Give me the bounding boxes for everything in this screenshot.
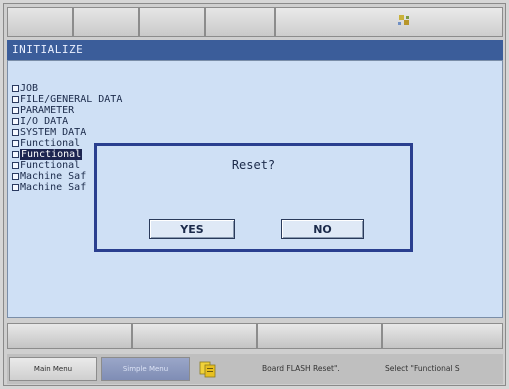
menu-item-label: Machine Saf [20,171,87,182]
main-menu-button[interactable]: Main Menu [9,357,97,381]
menu-item-label: PARAMETER [20,105,75,116]
checkbox[interactable] [12,151,19,158]
top-status-tab-1[interactable] [7,7,73,37]
reset-dialog: Reset? YES NO [94,143,413,252]
dialog-title: Reset? [231,158,276,172]
menu-item-system-data[interactable]: SYSTEM DATA [12,127,122,138]
checkbox[interactable] [12,173,19,180]
function-key-2[interactable] [132,323,257,349]
menu-item-label: Functional [20,149,83,160]
page-title: INITIALIZE [7,40,503,60]
function-key-3[interactable] [257,323,382,349]
menu-item-file-general-data[interactable]: FILE/GENERAL DATA [12,94,122,105]
simple-menu-button[interactable]: Simple Menu [101,357,190,381]
checkbox[interactable] [12,162,19,169]
top-status-tab-5[interactable] [275,7,503,37]
checkbox[interactable] [12,184,19,191]
no-button[interactable]: NO [281,219,364,239]
hint-text-2: Select "Functional S [385,364,460,373]
status-indicator-icon [398,15,409,25]
checkbox[interactable] [12,107,19,114]
menu-item-label: Functional [20,138,81,149]
bottom-bar: Main Menu Simple Menu Board FLASH Reset"… [7,354,503,384]
top-status-tab-2[interactable] [73,7,139,37]
yes-button[interactable]: YES [149,219,235,239]
menu-item-label: JOB [20,83,39,94]
menu-item-parameter[interactable]: PARAMETER [12,105,122,116]
function-key-1[interactable] [7,323,132,349]
checkbox[interactable] [12,118,19,125]
menu-item-label: Machine Saf [20,182,87,193]
checkbox[interactable] [12,129,19,136]
checkbox[interactable] [12,140,19,147]
menu-item-io-data[interactable]: I/O DATA [12,116,122,127]
menu-item-label: I/O DATA [20,116,69,127]
menu-item-job[interactable]: JOB [12,83,122,94]
menu-item-label: FILE/GENERAL DATA [20,94,123,105]
top-status-tab-3[interactable] [139,7,205,37]
checkbox[interactable] [12,96,19,103]
checkbox[interactable] [12,85,19,92]
top-status-tab-4[interactable] [205,7,275,37]
menu-item-label: Functional [20,160,81,171]
function-key-4[interactable] [382,323,503,349]
menu-item-label: SYSTEM DATA [20,127,87,138]
hint-text-1: Board FLASH Reset". [262,364,340,373]
clipboard-icon[interactable] [199,360,217,378]
